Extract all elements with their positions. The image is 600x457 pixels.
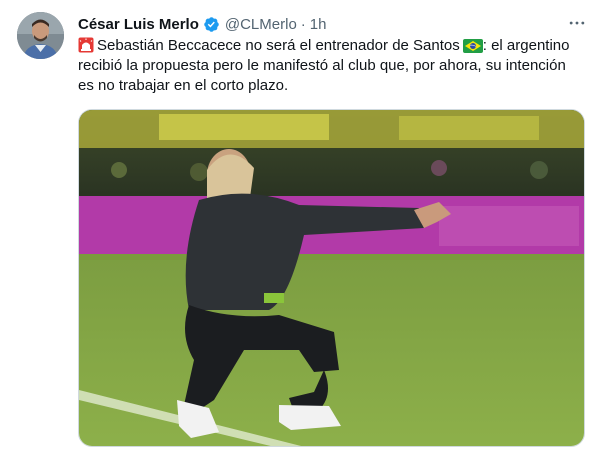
author-avatar[interactable] (17, 12, 64, 59)
brazil-flag-emoji-icon (462, 39, 483, 53)
tweet-timestamp[interactable]: 1h (310, 16, 327, 33)
tweet[interactable]: César Luis Merlo @CLMerlo · 1h Sebastián… (0, 0, 600, 457)
tweet-media-photo[interactable] (78, 109, 585, 447)
tweet-header: César Luis Merlo @CLMerlo · 1h (78, 13, 326, 35)
separator-dot: · (300, 15, 306, 33)
tweet-text-line-2: recibió la propuesta pero le manifestó a… (78, 57, 566, 74)
author-display-name[interactable]: César Luis Merlo (78, 16, 199, 33)
tweet-text-line-1: Sebastián Beccacece no será el entrenado… (78, 36, 583, 56)
red-siren-emoji-icon (78, 37, 94, 53)
verified-badge-icon (203, 16, 220, 33)
profile-photo-icon (17, 12, 64, 59)
author-handle[interactable]: @CLMerlo (225, 16, 297, 33)
tweet-text: Sebastián Beccacece no será el entrenado… (78, 36, 583, 96)
tweet-text-line-3: es no trabajar en el corto plazo. (78, 77, 289, 94)
more-options-icon[interactable] (566, 12, 588, 34)
coach-photo-icon (79, 110, 584, 446)
tweet-text-part-1: Sebastián Beccacece no será el entrenado… (97, 37, 460, 54)
tweet-text-part-2: : el argentino (482, 37, 570, 54)
